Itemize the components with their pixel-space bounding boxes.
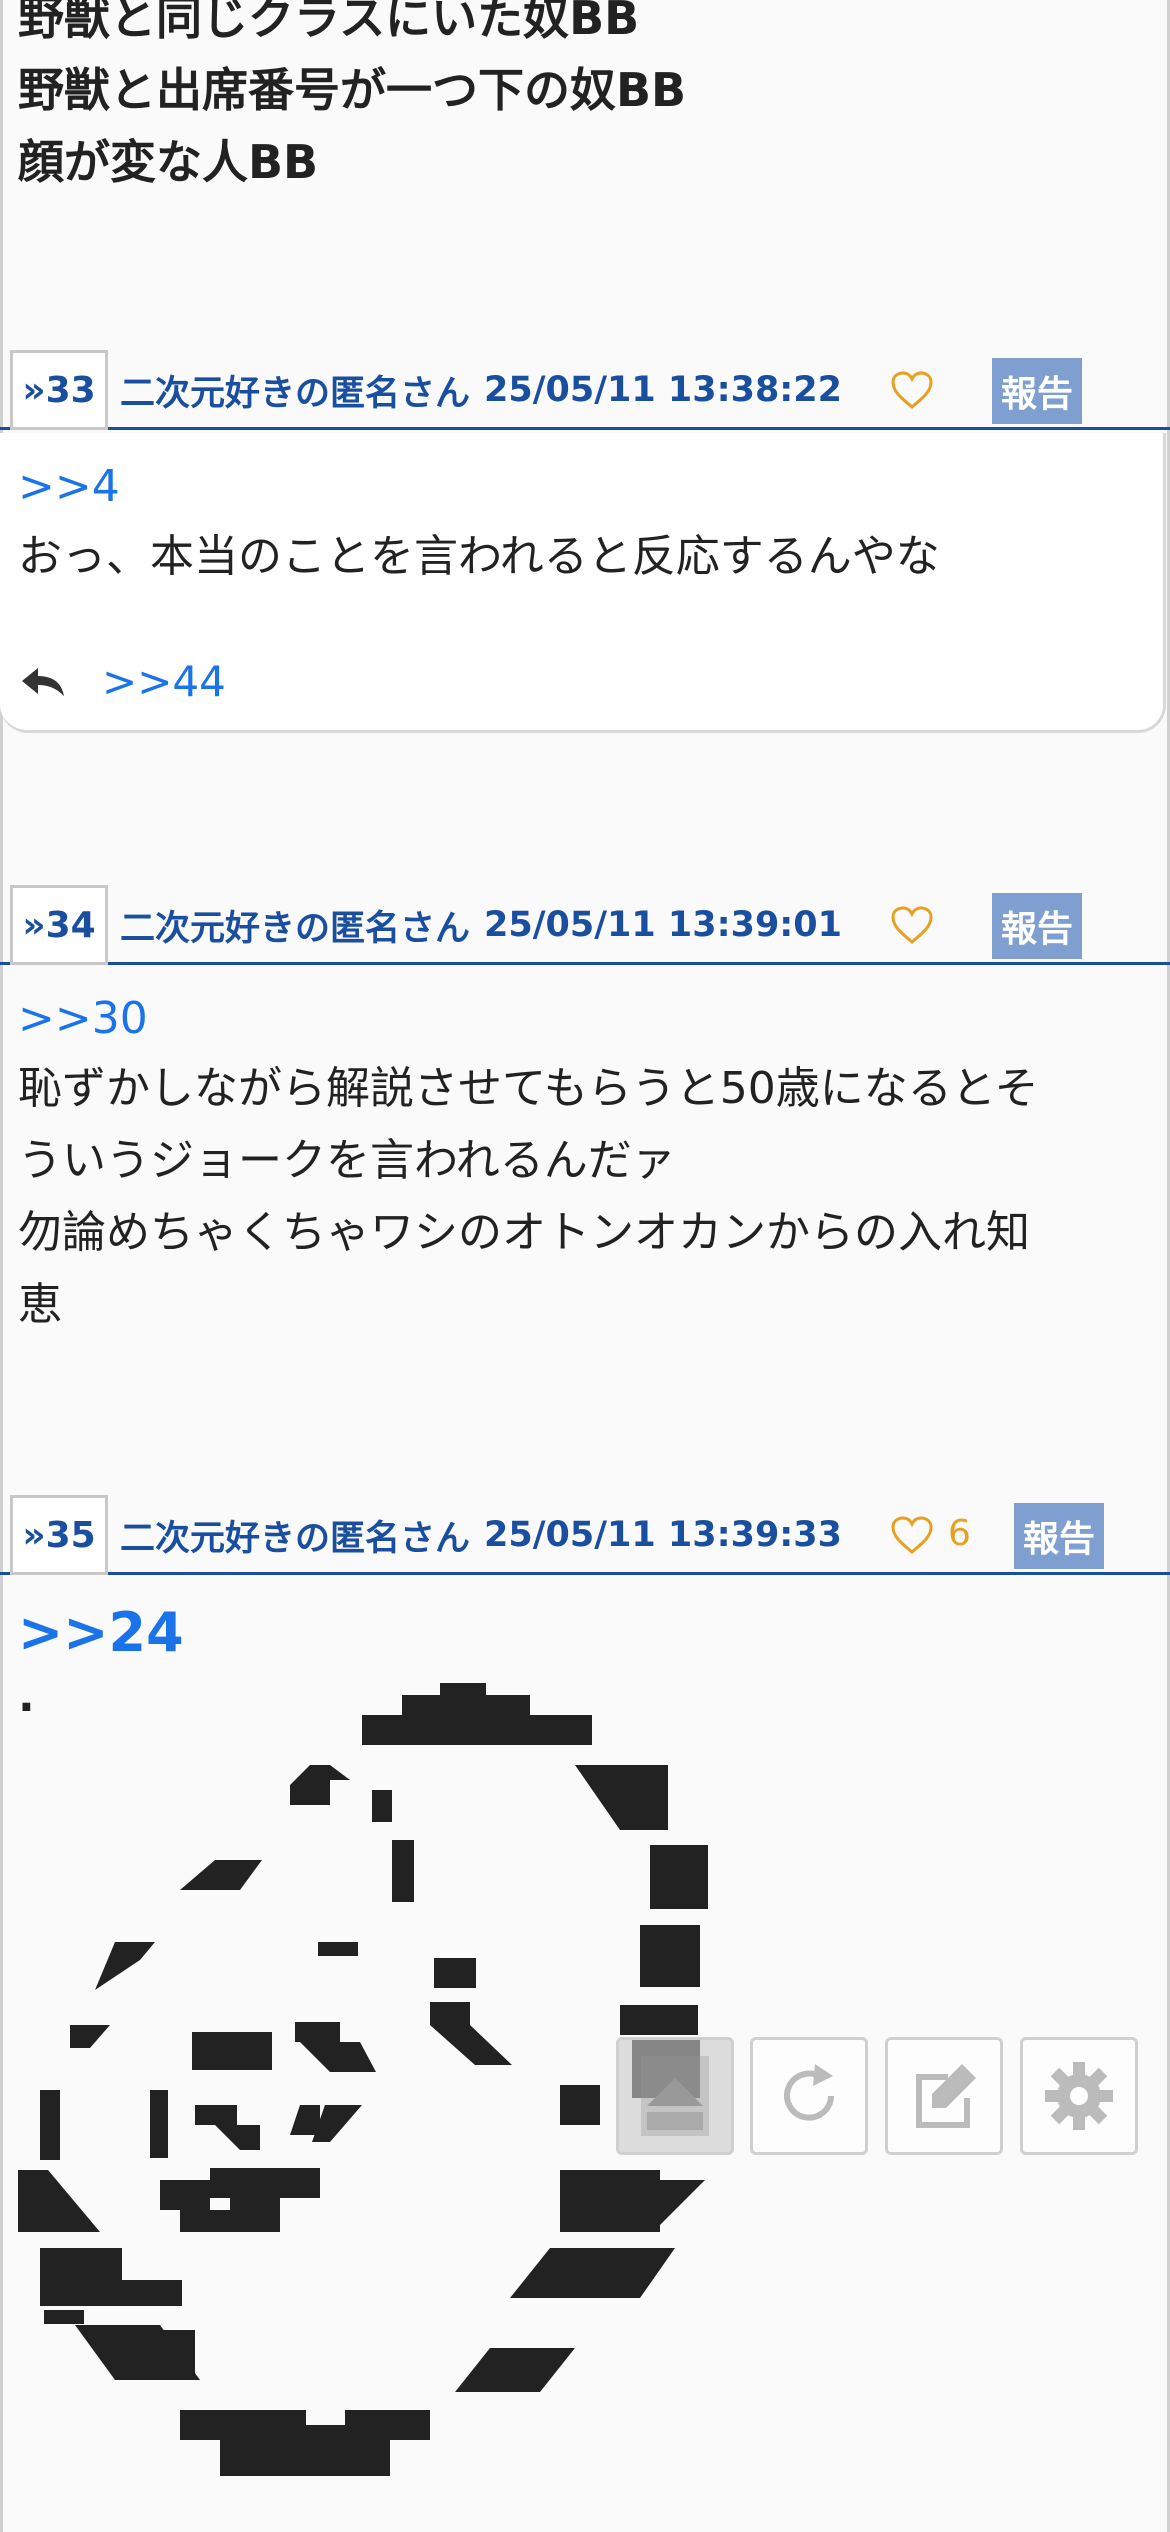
refresh-button[interactable] xyxy=(750,2037,868,2155)
text-line: 野獣と出席番号が一つ下の奴BB xyxy=(18,63,687,117)
post-meta: 二次元好きの匿名さん 25/05/11 13:39:01 xyxy=(120,885,842,965)
poster-name: 二次元好きの匿名さん xyxy=(120,908,471,949)
scroll-top-button[interactable] xyxy=(616,2037,734,2155)
post-body-34: >>30 恥ずかしながら解説させてもらうと50歳になるとそ ういうジョークを言わ… xyxy=(0,985,1170,1341)
post-number-button[interactable]: »33 xyxy=(10,350,108,430)
like-heart-icon[interactable] xyxy=(890,1513,936,1557)
edit-button[interactable] xyxy=(885,2037,1003,2155)
reply-row: >>44 xyxy=(20,651,226,711)
previous-post-text: 野獣と同じクラスにいた奴BB 野獣と出席番号が一つ下の奴BB 顔が変な人BB xyxy=(18,0,1118,198)
scroll-top-icon xyxy=(641,2056,709,2136)
text-line: 顔が変な人BB xyxy=(18,135,319,189)
report-button[interactable]: 報告 xyxy=(992,893,1082,959)
text-line: 野獣と同じクラスにいた奴BB xyxy=(18,0,640,45)
post-header-34: »34 二次元好きの匿名さん 25/05/11 13:39:01 報告 xyxy=(0,885,1170,965)
post-meta: 二次元好きの匿名さん 25/05/11 13:38:22 xyxy=(120,350,842,430)
poster-name: 二次元好きの匿名さん xyxy=(120,373,471,414)
post-date: 25/05/11 13:39:01 xyxy=(484,905,842,945)
post-body-line: 恥ずかしながら解説させてもらうと50歳になるとそ xyxy=(18,1063,1039,1114)
post-date: 25/05/11 13:39:33 xyxy=(484,1515,842,1555)
report-button[interactable]: 報告 xyxy=(1014,1503,1104,1569)
anchor-link[interactable]: >>24 xyxy=(0,1592,1170,1674)
like-count: 6 xyxy=(948,1513,971,1554)
edit-icon xyxy=(916,2064,976,2128)
anchor-link[interactable]: >>30 xyxy=(0,985,1170,1053)
report-button[interactable]: 報告 xyxy=(992,358,1082,424)
settings-button[interactable] xyxy=(1020,2037,1138,2155)
settings-icon xyxy=(1045,2062,1113,2130)
refresh-icon xyxy=(784,2064,834,2121)
like-heart-icon[interactable] xyxy=(890,903,936,947)
post-meta: 二次元好きの匿名さん 25/05/11 13:39:33 xyxy=(120,1495,842,1575)
post-body-text: おっ、本当のことを言われると反応するんやな xyxy=(18,531,940,582)
poster-name: 二次元好きの匿名さん xyxy=(120,1518,471,1559)
post-header-35: »35 二次元好きの匿名さん 25/05/11 13:39:33 6 報告 xyxy=(0,1495,1170,1575)
post-body-line: ういうジョークを言われるんだァ xyxy=(18,1135,676,1186)
reply-icon xyxy=(20,668,64,696)
post-body-line: 恵 xyxy=(18,1279,62,1330)
post-date: 25/05/11 13:38:22 xyxy=(484,370,842,410)
post-number-button[interactable]: »34 xyxy=(10,885,108,965)
post-header-33: »33 二次元好きの匿名さん 25/05/11 13:38:22 報告 xyxy=(0,350,1170,430)
reply-anchor-link[interactable]: >>44 xyxy=(102,657,226,706)
post-body-line: 勿論めちゃくちゃワシのオトンオカンからの入れ知 xyxy=(18,1207,1030,1258)
anchor-link[interactable]: >>4 xyxy=(0,453,1163,521)
like-heart-icon[interactable] xyxy=(890,368,936,412)
post-number-button[interactable]: »35 xyxy=(10,1495,108,1575)
post-card-33: >>4 おっ、本当のことを言われると反応するんやな >>44 xyxy=(0,433,1166,733)
